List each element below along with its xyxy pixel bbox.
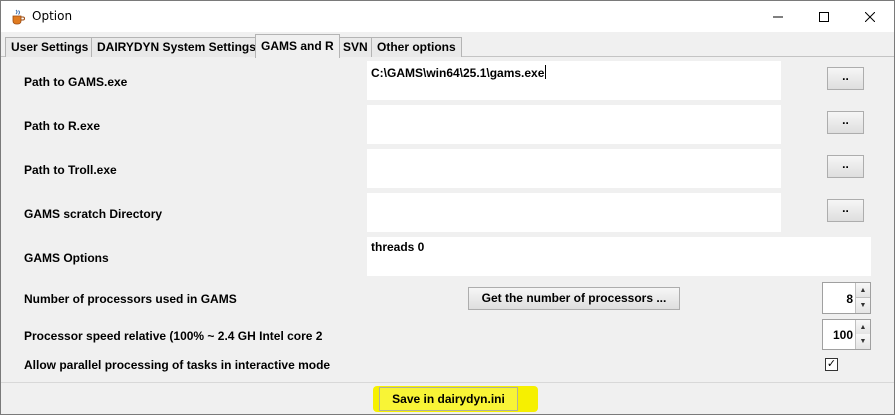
gams-path-value: C:\GAMS\win64\25.1\gams.exe (371, 66, 545, 80)
processors-decrement-button[interactable]: ▼ (855, 298, 870, 313)
scratch-dir-browse-button[interactable]: .. (827, 199, 864, 222)
troll-path-browse-button[interactable]: .. (827, 155, 864, 178)
window-title: Option (32, 9, 73, 23)
gams-and-r-panel: Path to GAMS.exe C:\GAMS\win64\25.1\gams… (1, 57, 894, 382)
save-button[interactable]: Save in dairydyn.ini (379, 387, 518, 411)
tab-user-settings[interactable]: User Settings (5, 37, 95, 57)
tab-dairydyn-system-settings[interactable]: DAIRYDYN System Settings (91, 37, 262, 57)
spin-up-icon: ▲ (859, 324, 867, 331)
title-bar: Option (1, 1, 894, 32)
speed-value: 100 (832, 328, 853, 342)
troll-path-label: Path to Troll.exe (24, 163, 117, 177)
tab-gams-and-r[interactable]: GAMS and R (255, 34, 340, 58)
checkmark-icon: ✓ (826, 358, 837, 370)
processors-increment-button[interactable]: ▲ (855, 283, 870, 298)
processors-spinner[interactable]: 8 ▲ ▼ (822, 282, 871, 314)
java-cup-icon (10, 9, 26, 25)
r-path-label: Path to R.exe (24, 119, 101, 133)
text-caret (545, 65, 547, 79)
processors-label: Number of processors used in GAMS (24, 292, 237, 306)
maximize-icon (819, 11, 829, 22)
parallel-label: Allow parallel processing of tasks in in… (24, 358, 331, 372)
gams-options-label: GAMS Options (24, 251, 109, 265)
r-path-browse-button[interactable]: .. (827, 111, 864, 134)
gams-path-input[interactable]: C:\GAMS\win64\25.1\gams.exe (367, 61, 781, 100)
scratch-dir-label: GAMS scratch Directory (24, 207, 163, 221)
spin-up-icon: ▲ (859, 287, 867, 294)
tab-strip: User Settings DAIRYDYN System Settings G… (1, 32, 894, 58)
tab-other-options[interactable]: Other options (371, 37, 462, 57)
speed-decrement-button[interactable]: ▼ (855, 334, 870, 349)
spin-down-icon: ▼ (859, 302, 867, 309)
minimize-icon (773, 16, 783, 17)
footer-bar: Save in dairydyn.ini (1, 382, 894, 414)
speed-spinner[interactable]: 100 ▲ ▼ (822, 319, 871, 350)
processors-value: 8 (846, 292, 853, 306)
scratch-dir-input[interactable] (367, 193, 781, 232)
gams-path-label: Path to GAMS.exe (24, 75, 128, 89)
spin-down-icon: ▼ (859, 338, 867, 345)
speed-increment-button[interactable]: ▲ (855, 320, 870, 335)
troll-path-input[interactable] (367, 149, 781, 188)
close-button[interactable] (847, 1, 893, 32)
maximize-button[interactable] (801, 1, 847, 32)
r-path-input[interactable] (367, 105, 781, 144)
close-icon (865, 11, 875, 22)
speed-label: Processor speed relative (100% ~ 2.4 GH … (24, 329, 323, 343)
option-window: Option User Settings DAIRYDYN System Set… (0, 0, 895, 415)
tab-svn[interactable]: SVN (337, 37, 374, 57)
minimize-button[interactable] (755, 1, 801, 32)
parallel-checkbox[interactable]: ✓ (825, 358, 838, 371)
gams-options-input[interactable]: threads 0 (367, 237, 871, 276)
get-processors-button[interactable]: Get the number of processors ... (468, 287, 680, 310)
gams-path-browse-button[interactable]: .. (827, 67, 864, 90)
